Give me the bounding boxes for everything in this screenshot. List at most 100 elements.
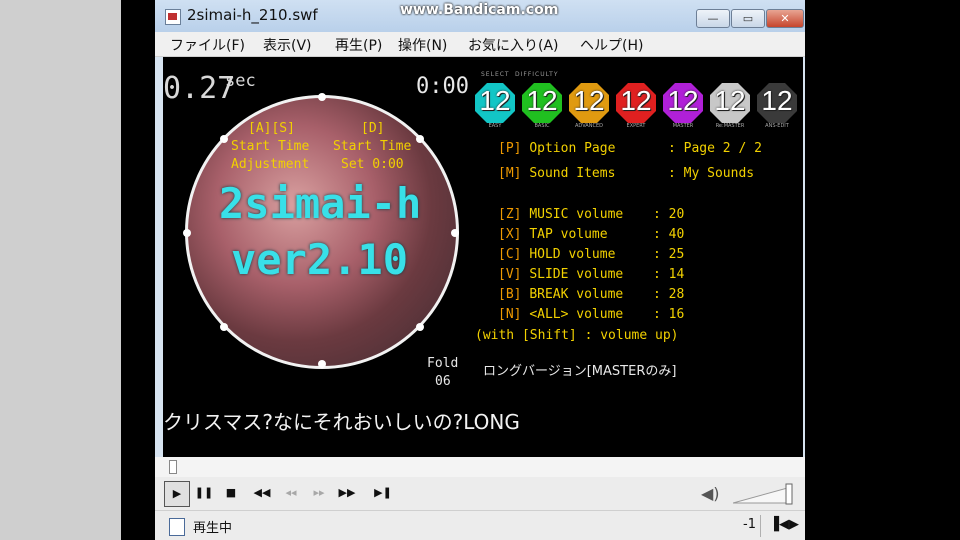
difficulty-level: 12 xyxy=(667,85,699,116)
option-row[interactable]: [P] Option Page xyxy=(498,141,615,156)
fold-value: 06 xyxy=(435,374,451,389)
option-value: : 16 xyxy=(653,307,685,322)
close-button[interactable]: ✕ xyxy=(766,9,804,28)
option-value: : 20 xyxy=(653,207,685,222)
volume-thumb[interactable] xyxy=(785,483,793,505)
difficulty-remaster[interactable]: 12 Re:MASTER xyxy=(710,79,752,133)
difficulty-level: 12 xyxy=(526,85,558,116)
menu-favorites[interactable]: お気に入り(A) xyxy=(468,35,559,55)
menu-view[interactable]: 表示(V) xyxy=(263,35,312,55)
ring-dot xyxy=(451,229,459,237)
difficulty-level: 12 xyxy=(761,85,793,116)
difficulty-name: EXPERT xyxy=(626,123,646,129)
timer-unit: sec xyxy=(225,71,256,91)
maximize-button[interactable]: ▭ xyxy=(731,9,765,28)
difficulty-name: ANS-EDIT xyxy=(765,123,789,129)
fast-forward-button[interactable]: ▸▸ xyxy=(307,481,331,505)
difficulty-name: ADVANCED xyxy=(575,123,603,129)
set-time-label: Set 0:00 xyxy=(341,157,404,172)
menu-bar: ファイル(F) 表示(V) 再生(P) 操作(N) お気に入り(A) ヘルプ(H… xyxy=(155,32,805,57)
difficulty-level: 12 xyxy=(620,85,652,116)
skip-forward-button[interactable]: ▶▶ xyxy=(335,481,359,505)
ring-dot xyxy=(183,229,191,237)
fold-label: Fold xyxy=(427,356,459,371)
song-clock: 0:00 xyxy=(416,74,469,99)
rewind-button[interactable]: ◂◂ xyxy=(279,481,303,505)
menu-file[interactable]: ファイル(F) xyxy=(170,35,245,55)
ring-dot xyxy=(220,323,228,331)
difficulty-name: Re:MASTER xyxy=(715,123,745,129)
volume-slider[interactable] xyxy=(733,483,793,505)
song-title: クリスマス?なにそれおいしいの?LONG xyxy=(163,410,520,434)
difficulty-advanced[interactable]: 12 ADVANCED xyxy=(569,79,611,133)
menu-control[interactable]: 操作(N) xyxy=(398,35,447,55)
volume-icon[interactable]: ◀) xyxy=(701,484,720,503)
option-row[interactable]: [N] <ALL> volume xyxy=(498,307,623,322)
difficulty-label: DIFFICULTY xyxy=(515,71,559,78)
stop-button[interactable]: ■ xyxy=(219,481,243,505)
frame-count: -1 xyxy=(743,517,756,532)
option-value: : My Sounds xyxy=(668,166,755,181)
option-row[interactable]: [M] Sound Items xyxy=(498,166,615,181)
difficulty-level: 12 xyxy=(714,85,746,116)
adjustment-label: Adjustment xyxy=(231,157,310,172)
option-row[interactable]: [X] TAP volume xyxy=(498,227,608,242)
recorder-watermark: www.Bandicam.com xyxy=(400,2,559,18)
difficulty-name: BASIC xyxy=(534,123,550,129)
option-row[interactable]: [C] HOLD volume xyxy=(498,247,615,262)
play-button[interactable]: ▶ xyxy=(164,481,190,507)
difficulty-easy[interactable]: 12 EASY xyxy=(475,79,517,133)
difficulty-expert[interactable]: 12 EXPERT xyxy=(616,79,658,133)
status-bar: 再生中 -1 ▐◀▶ xyxy=(155,510,805,540)
aspect-ratio-icon[interactable]: ▐◀▶ xyxy=(769,517,799,532)
key-hint-d: [D] xyxy=(361,121,385,136)
version-note: ロングバージョン[MASTERのみ] xyxy=(483,364,677,379)
title-bar[interactable]: 2simai-h_210.swf www.Bandicam.com — ▭ ✕ xyxy=(155,0,805,32)
key-hint-as: [A][S] xyxy=(248,121,295,136)
ring-dot xyxy=(318,93,326,101)
difficulty-basic[interactable]: 12 BASIC xyxy=(522,79,564,133)
jacket-artwork xyxy=(183,93,459,369)
difficulty-level: 12 xyxy=(573,85,605,116)
right-pillarbox xyxy=(805,0,960,540)
document-icon xyxy=(169,518,185,536)
menu-play[interactable]: 再生(P) xyxy=(335,35,382,55)
difficulty-level: 12 xyxy=(479,85,511,116)
minimize-button[interactable]: — xyxy=(696,9,730,28)
shift-hint: (with [Shift] : volume up) xyxy=(475,328,679,343)
option-value: : Page 2 / 2 xyxy=(668,141,762,156)
ring-dot xyxy=(416,323,424,331)
option-value: : 14 xyxy=(653,267,685,282)
start-time-left: Start Time xyxy=(231,139,310,154)
option-row[interactable]: [V] SLIDE volume xyxy=(498,267,623,282)
game-title: 2simai-h xyxy=(219,179,422,228)
ring-dot xyxy=(318,360,326,368)
status-divider xyxy=(760,515,761,537)
option-row[interactable]: [B] BREAK volume xyxy=(498,287,623,302)
option-value: : 28 xyxy=(653,287,685,302)
menu-help[interactable]: ヘルプ(H) xyxy=(580,35,643,55)
difficulty-master[interactable]: 12 MASTER xyxy=(663,79,705,133)
option-value: : 25 xyxy=(653,247,685,262)
select-label: SELECT xyxy=(481,71,510,78)
option-row[interactable]: [Z] MUSIC volume xyxy=(498,207,623,222)
ring-dot xyxy=(416,135,424,143)
playback-status: 再生中 xyxy=(193,521,233,536)
difficulty-ans-edit[interactable]: 12 ANS-EDIT xyxy=(757,79,799,133)
swf-file-icon xyxy=(165,9,181,25)
window-title: 2simai-h_210.swf xyxy=(187,6,318,24)
seek-thumb[interactable] xyxy=(169,460,177,474)
game-version: ver2.10 xyxy=(231,235,409,284)
seek-bar[interactable] xyxy=(155,457,805,478)
left-pillarbox xyxy=(0,0,121,540)
skip-back-button[interactable]: ◀◀ xyxy=(250,481,274,505)
option-value: : 40 xyxy=(653,227,685,242)
difficulty-name: MASTER xyxy=(672,123,694,129)
ring-dot xyxy=(220,135,228,143)
step-forward-button[interactable]: ▶❚ xyxy=(371,481,395,505)
player-window: 2simai-h_210.swf www.Bandicam.com — ▭ ✕ … xyxy=(155,0,805,540)
playback-controls: ▶ ❚❚ ■ ◀◀ ◂◂ ▸▸ ▶▶ ▶❚ ◀) xyxy=(155,477,805,510)
start-time-right: Start Time xyxy=(333,139,412,154)
pause-button[interactable]: ❚❚ xyxy=(192,481,216,505)
flash-stage[interactable]: 0.27 sec 0:00 [A][S] [D] Start Time Star… xyxy=(163,57,803,457)
